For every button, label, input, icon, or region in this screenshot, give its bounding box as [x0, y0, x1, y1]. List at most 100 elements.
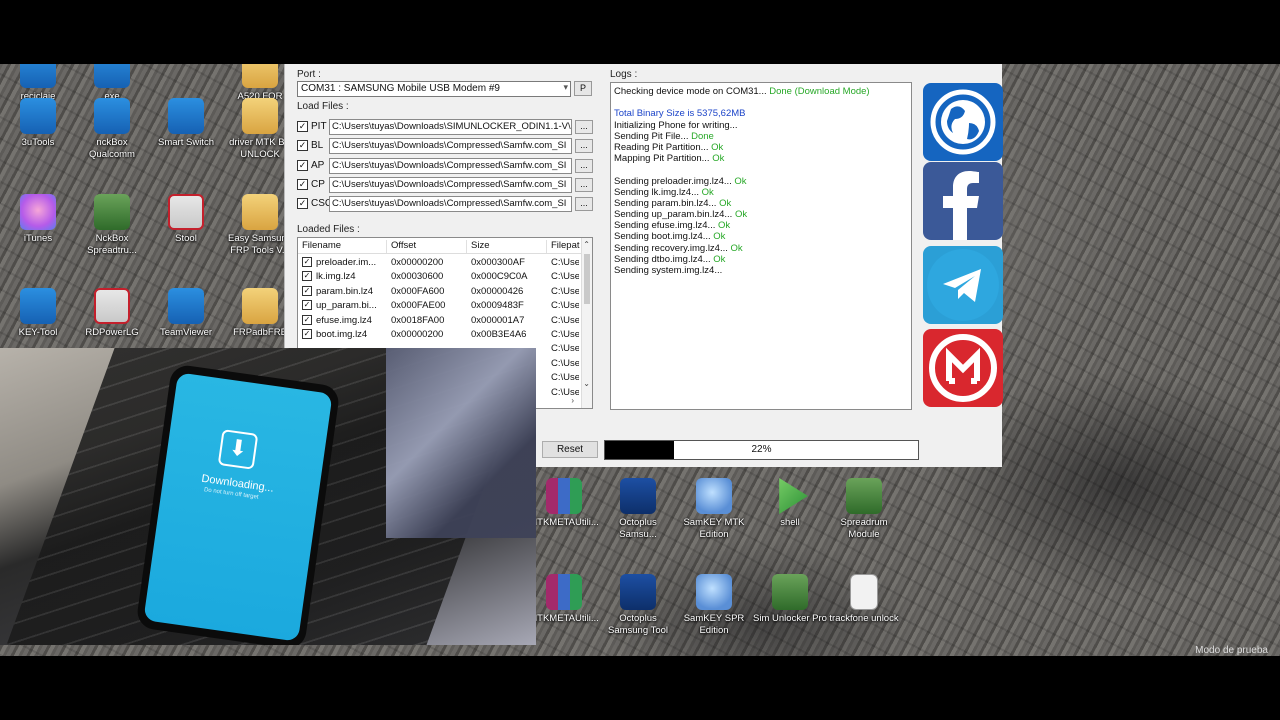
log-text: Sending preloader.img.lz4... — [614, 175, 732, 187]
reset-button[interactable]: Reset — [542, 441, 598, 458]
desktop-icon-label: trackfone unlock — [829, 613, 899, 624]
file-path-field[interactable]: C:\Users\tuyas\Downloads\SIMUNLOCKER_ODI… — [329, 119, 572, 135]
desktop-icon-label: SamKEY SPR Edition — [683, 613, 745, 636]
loaded-files-label: Loaded Files : — [297, 224, 360, 235]
nckbox-icon — [94, 98, 130, 134]
sim-unlocker-icon — [772, 574, 808, 610]
desktop-icon[interactable]: nckBox Qualcomm — [74, 98, 150, 161]
file-checkbox[interactable]: ✓ — [297, 159, 308, 171]
desktop-icon[interactable]: MTKMETAUtili... — [526, 574, 602, 625]
desktop-icon-label: shell — [780, 517, 800, 528]
desktop-icon-label: TeamViewer — [159, 327, 213, 338]
log-line: Reading Pit Partition... Ok — [614, 142, 908, 153]
desktop-icon[interactable]: MTKMETAUtili... — [526, 478, 602, 529]
scrollbar-thumb[interactable] — [584, 254, 590, 304]
browse-button[interactable]: ... — [575, 158, 593, 173]
file-checkbox[interactable]: ✓ — [297, 140, 308, 152]
desktop-icon[interactable]: KEY-Tool — [0, 288, 76, 339]
file-path-field[interactable]: C:\Users\tuyas\Downloads\Compressed\Samf… — [329, 176, 572, 193]
letterbox-top — [0, 0, 1280, 64]
table-row[interactable]: ✓ efuse.img.lz4 0x0018FA00 0x000001A7 C:\Use — [298, 314, 592, 328]
col-size[interactable]: Size — [466, 240, 546, 253]
desktop-icon[interactable]: trackfone unlock — [826, 574, 902, 625]
row-checkbox[interactable]: ✓ — [302, 285, 312, 296]
row-checkbox[interactable]: ✓ — [302, 257, 312, 267]
log-line: Sending efuse.img.lz4... Ok — [614, 220, 908, 231]
log-text: Sending up_param.bin.lz4... — [614, 209, 733, 221]
table-row[interactable]: ✓ up_param.bi... 0x000FAE00 0x0009483F C:\Us… — [298, 299, 592, 313]
browse-button[interactable]: ... — [575, 177, 593, 192]
flash-progress-bar: 22% — [604, 440, 919, 460]
chevron-down-icon: ▾ — [563, 82, 568, 92]
row-checkbox[interactable]: ✓ — [302, 300, 312, 311]
port-select[interactable]: COM31 : SAMSUNG Mobile USB Modem #9 ▾ — [297, 81, 571, 97]
desktop-icon[interactable]: Octoplus Samsu... — [600, 478, 676, 541]
mega-icon — [929, 334, 997, 402]
log-text: Sending dtbo.img.lz4... — [614, 253, 711, 265]
telegram-button[interactable] — [923, 246, 1003, 324]
file-path-field[interactable]: C:\Users\tuyas\Downloads\Compressed\Samf… — [329, 138, 572, 155]
table-row[interactable]: ✓ param.bin.lz4 0x000FA600 0x00000426 C:\Use — [298, 285, 592, 299]
col-offset[interactable]: Offset — [386, 240, 466, 253]
desktop-icon[interactable]: Sim Unlocker Pro — [752, 574, 828, 625]
row-checkbox[interactable]: ✓ — [302, 314, 312, 325]
folder-icon — [242, 64, 278, 88]
desktop-icon[interactable]: TeamViewer — [148, 288, 224, 339]
browse-button[interactable]: ... — [575, 197, 593, 212]
desktop-icon[interactable]: Spreadrum Module — [826, 478, 902, 541]
table-row[interactable]: ✓ lk.img.lz4 0x00030600 0x000C9C0A C:\Use — [298, 270, 592, 284]
file-row-bl: ✓ BL C:\Users\tuyas\Downloads\Compressed\S… — [297, 138, 593, 155]
log-text: Sending Pit File... — [614, 130, 689, 142]
desktop-icon[interactable]: SamKEY MTK Edition — [676, 478, 752, 541]
itunes-icon — [20, 194, 56, 230]
samkey-icon — [696, 478, 732, 514]
log-text: Sending boot.img.lz4... — [614, 231, 711, 243]
desktop-icon-label: RDPowerLG — [85, 327, 139, 338]
log-line: Sending recovery.img.lz4... Ok — [614, 243, 908, 254]
file-checkbox[interactable]: ✓ — [297, 198, 308, 210]
file-checkbox[interactable]: ✓ — [297, 178, 308, 190]
test-mode-watermark: Modo de prueba — [1195, 645, 1268, 656]
browse-button[interactable]: ... — [575, 139, 593, 154]
desktop-icon[interactable]: SamKEY SPR Edition — [676, 574, 752, 637]
desktop-icon[interactable]: RDPowerLG — [74, 288, 150, 339]
desktop-icon[interactable]: iTunes — [0, 194, 76, 245]
scroll-right-icon[interactable]: › — [571, 396, 574, 405]
file-path-field[interactable]: C:\Users\tuyas\Downloads\Compressed\Samf… — [329, 157, 572, 174]
scroll-down-icon[interactable]: ⌄ — [583, 379, 590, 388]
log-line: Sending preloader.img.lz4... Ok — [614, 176, 908, 187]
browse-button[interactable]: ... — [575, 120, 593, 134]
file-checkbox[interactable]: ✓ — [297, 121, 308, 132]
file-row-csc: ✓ CSC C:\Users\tuyas\Downloads\Compressed\… — [297, 196, 593, 213]
winrar-icon — [546, 478, 582, 514]
phone-screen: ⬇ Downloading... Do not turn off target — [143, 372, 333, 642]
row-checkbox[interactable]: ✓ — [302, 329, 312, 339]
octoplus-icon — [620, 478, 656, 514]
folder-icon — [242, 98, 278, 134]
mega-button[interactable] — [923, 329, 1003, 407]
col-filename[interactable]: Filename — [298, 240, 386, 253]
desktop-icon[interactable]: Stool — [148, 194, 224, 245]
table-row[interactable]: ✓ preloader.im... 0x00000200 0x000300AF C:\U… — [298, 256, 592, 270]
scroll-up-icon[interactable]: ⌃ — [583, 240, 590, 249]
log-line: Sending param.bin.lz4... Ok — [614, 198, 908, 209]
table-row[interactable]: ✓ boot.img.lz4 0x00000200 0x00B3E4A6 C:\Use — [298, 328, 592, 342]
col-filepath[interactable]: Filepat — [546, 240, 586, 253]
row-filename: preloader.im... — [316, 257, 377, 268]
row-filepath: C:\Use — [551, 386, 579, 398]
port-refresh-button[interactable]: P — [574, 81, 592, 96]
recycle-bin-icon — [20, 64, 56, 88]
desktop-icon[interactable]: Octoplus Samsung Tool — [600, 574, 676, 637]
website-button[interactable] — [923, 83, 1003, 161]
desktop-icon[interactable]: Smart Switch — [148, 98, 224, 149]
webcam-overlay: ⬇ Downloading... Do not turn off target — [0, 348, 536, 645]
globe-icon — [930, 89, 996, 155]
desktop-icon[interactable]: NckBox Spreadtru... — [74, 194, 150, 257]
facebook-button[interactable] — [923, 162, 1003, 240]
desktop-icon[interactable]: shell — [752, 478, 828, 529]
row-filepath: C:\Use — [551, 357, 579, 369]
row-checkbox[interactable]: ✓ — [302, 271, 312, 282]
file-path-field[interactable]: C:\Users\tuyas\Downloads\Compressed\Samf… — [329, 196, 572, 213]
desktop-icon[interactable]: 3uTools — [0, 98, 76, 149]
